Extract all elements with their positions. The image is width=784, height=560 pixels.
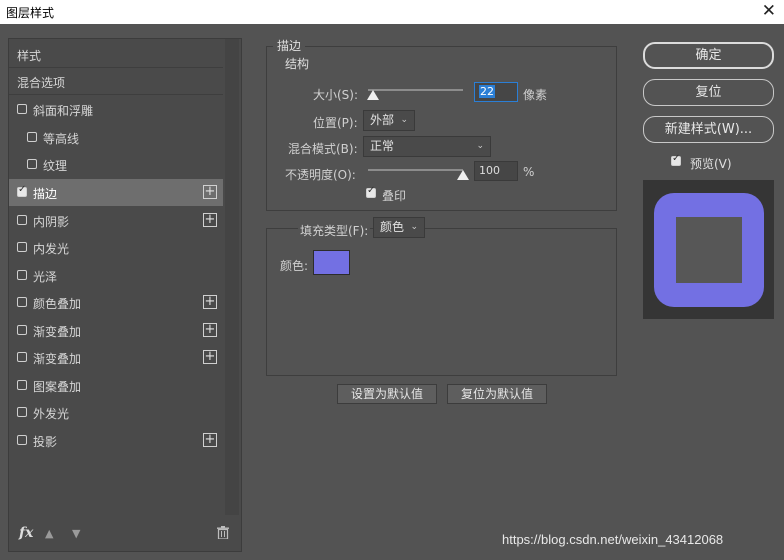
style-checkbox[interactable] — [17, 104, 27, 114]
size-input[interactable]: 22 — [474, 82, 518, 102]
fx-icon[interactable]: fx — [19, 525, 33, 541]
style-list-item-label: 投影 — [33, 435, 58, 449]
stroke-color-swatch[interactable] — [313, 250, 350, 275]
style-list-item-label: 外发光 — [33, 407, 70, 421]
style-list-item-label: 斜面和浮雕 — [33, 104, 94, 118]
chevron-down-icon: ⌄ — [410, 222, 418, 232]
opacity-slider-thumb[interactable] — [457, 170, 469, 180]
position-label: 位置(P): — [313, 116, 358, 130]
title-bar: 图层样式 ✕ — [0, 0, 784, 24]
chevron-down-icon: ⌄ — [400, 115, 408, 125]
style-list-item-label: 样式 — [17, 49, 42, 63]
style-list-item[interactable]: 颜色叠加 + — [9, 289, 223, 316]
style-checkbox[interactable] — [17, 297, 27, 307]
style-list-item-label: 纹理 — [43, 159, 68, 173]
fill-type-label: 填充类型(F): — [298, 222, 371, 239]
style-list-item-label: 等高线 — [43, 132, 80, 146]
preview-fill-shape — [676, 217, 742, 283]
close-icon[interactable]: ✕ — [762, 1, 776, 21]
add-effect-icon[interactable]: + — [203, 323, 217, 337]
style-checkbox[interactable] — [17, 242, 27, 252]
watermark-text: https://blog.csdn.net/weixin_43412068 — [502, 532, 724, 547]
add-effect-icon[interactable]: + — [203, 350, 217, 364]
style-list-item[interactable]: 渐变叠加 + — [9, 317, 223, 344]
scrollbar[interactable] — [225, 39, 239, 515]
window-title: 图层样式 — [6, 6, 55, 20]
position-dropdown[interactable]: 外部 ⌄ — [363, 110, 415, 131]
style-list-item[interactable]: 等高线 — [9, 124, 223, 151]
style-list-item-label: 光泽 — [33, 270, 58, 284]
preview-label: 预览(V) — [690, 157, 732, 171]
add-effect-icon[interactable]: + — [203, 185, 217, 199]
size-unit: 像素 — [523, 88, 548, 102]
preview-checkbox[interactable] — [671, 153, 681, 166]
style-list-item[interactable]: 斜面和浮雕 — [9, 96, 223, 123]
reset-default-button[interactable]: 复位为默认值 — [447, 384, 547, 404]
style-list-item[interactable]: 渐变叠加 + — [9, 344, 223, 371]
style-checkbox[interactable] — [17, 407, 27, 417]
style-list-toolbar: fx ▲ ▼ — [9, 515, 241, 551]
add-effect-icon[interactable]: + — [203, 295, 217, 309]
ok-button[interactable]: 确定 — [643, 42, 774, 69]
preview-stroke-shape — [654, 193, 764, 307]
style-list-item[interactable]: 混合选项 — [9, 68, 223, 95]
style-list-item-label: 图案叠加 — [33, 380, 82, 394]
style-list-item[interactable]: 纹理 — [9, 151, 223, 178]
style-checkbox[interactable] — [17, 270, 27, 280]
blend-mode-label: 混合模式(B): — [288, 142, 358, 156]
size-label: 大小(S): — [313, 88, 359, 102]
trash-icon[interactable] — [217, 526, 229, 539]
add-effect-icon[interactable]: + — [203, 433, 217, 447]
opacity-input[interactable]: 100 — [474, 161, 518, 181]
new-style-button[interactable]: 新建样式(W)... — [643, 116, 774, 143]
style-list-item-label: 内阴影 — [33, 215, 70, 229]
style-list-item-label: 渐变叠加 — [33, 352, 82, 366]
structure-title: 结构 — [281, 55, 314, 72]
style-preview — [643, 180, 774, 319]
opacity-slider[interactable] — [368, 169, 463, 171]
style-list-panel: 样式混合选项斜面和浮雕等高线纹理描边+内阴影+内发光光泽颜色叠加+渐变叠加+渐变… — [8, 38, 242, 552]
chevron-down-icon: ⌄ — [476, 141, 484, 151]
size-slider[interactable] — [368, 89, 463, 91]
style-checkbox[interactable] — [17, 352, 27, 362]
style-checkbox[interactable] — [17, 380, 27, 390]
style-checkbox[interactable] — [27, 159, 37, 169]
style-checkbox[interactable] — [17, 435, 27, 445]
style-list-item-label: 渐变叠加 — [33, 325, 82, 339]
style-list-item[interactable]: 描边 + — [9, 179, 223, 206]
style-list-item[interactable]: 光泽 — [9, 262, 223, 289]
style-list-item-label: 描边 — [33, 187, 58, 201]
move-up-icon[interactable]: ▲ — [45, 527, 53, 540]
style-checkbox[interactable] — [17, 325, 27, 335]
style-list-item[interactable]: 投影 + — [9, 427, 223, 454]
style-list-item-label: 混合选项 — [17, 76, 66, 90]
style-list-item[interactable]: 内阴影 + — [9, 207, 223, 234]
style-list-item[interactable]: 样式 — [9, 41, 223, 68]
color-label: 颜色: — [280, 259, 309, 273]
opacity-unit: % — [523, 165, 535, 179]
add-effect-icon[interactable]: + — [203, 213, 217, 227]
style-list-item[interactable]: 图案叠加 — [9, 372, 223, 399]
style-list-item-label: 内发光 — [33, 242, 70, 256]
style-checkbox[interactable] — [27, 132, 37, 142]
fill-type-dropdown[interactable]: 颜色 ⌄ — [373, 217, 425, 238]
overprint-checkbox[interactable] — [366, 185, 376, 198]
style-checkbox[interactable] — [17, 215, 27, 225]
overprint-label: 叠印 — [382, 189, 407, 203]
size-slider-thumb[interactable] — [366, 90, 379, 100]
stroke-group-title: 描边 — [273, 37, 306, 54]
style-list-item[interactable]: 外发光 — [9, 399, 223, 426]
style-list-item-label: 颜色叠加 — [33, 297, 82, 311]
move-down-icon[interactable]: ▼ — [72, 527, 80, 540]
opacity-label: 不透明度(O): — [285, 168, 356, 182]
style-list-item[interactable]: 内发光 — [9, 234, 223, 261]
blend-mode-dropdown[interactable]: 正常 ⌄ — [363, 136, 491, 157]
set-default-button[interactable]: 设置为默认值 — [337, 384, 437, 404]
reset-button[interactable]: 复位 — [643, 79, 774, 106]
style-checkbox[interactable] — [17, 184, 27, 197]
